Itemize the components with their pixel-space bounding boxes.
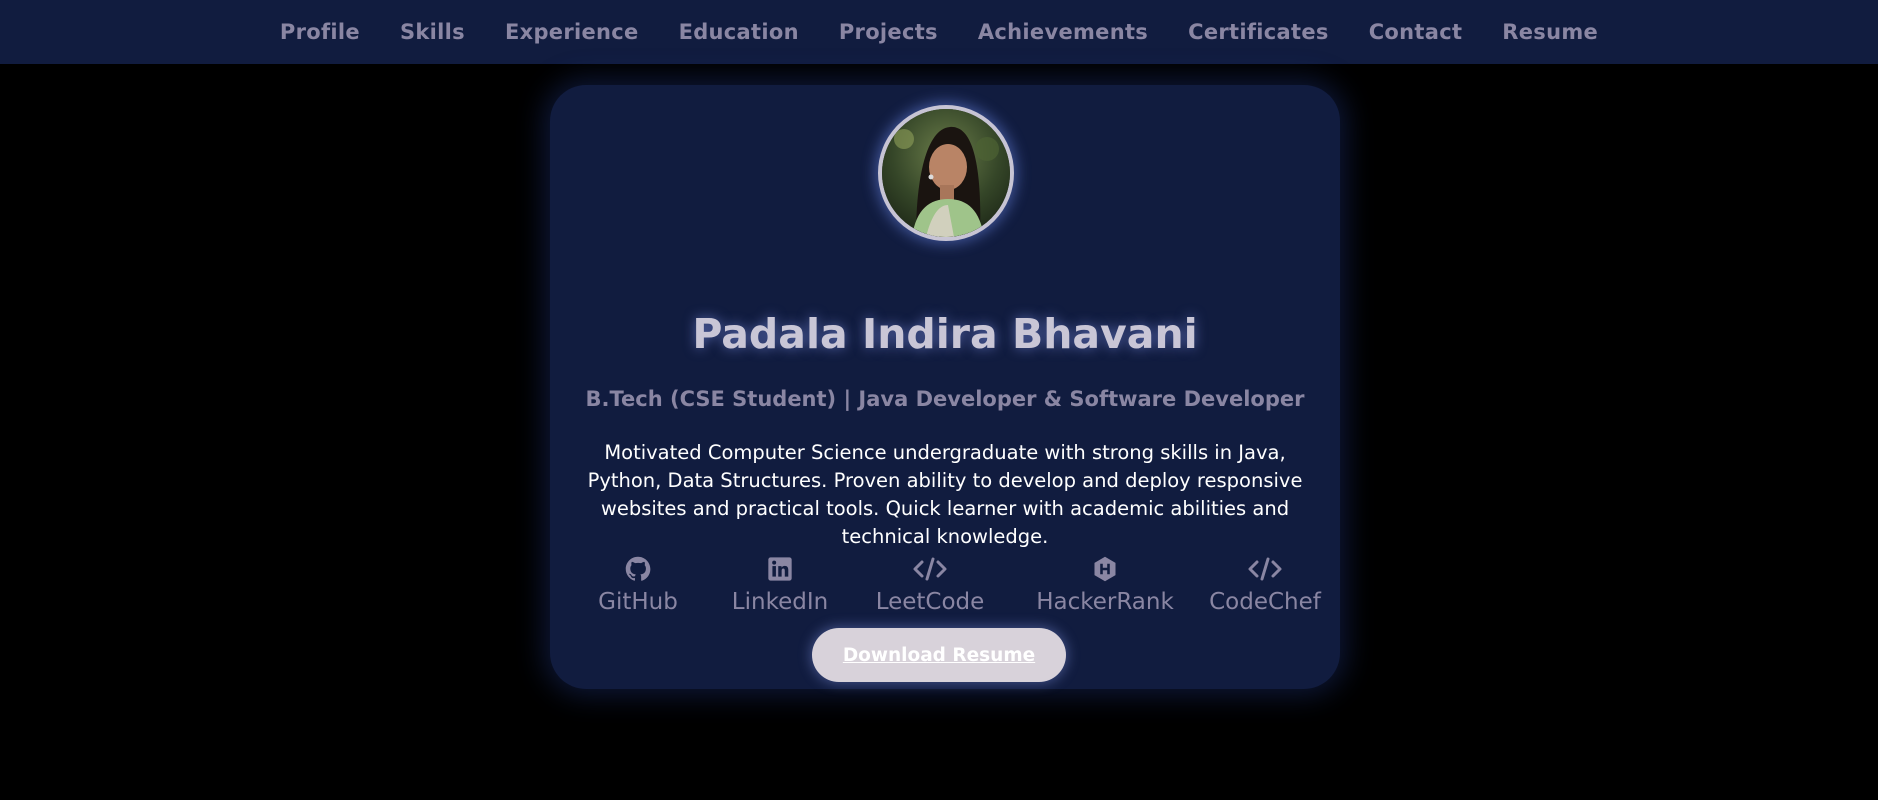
social-label-github: GitHub	[598, 589, 678, 615]
avatar	[878, 105, 1014, 241]
nav-experience[interactable]: Experience	[485, 20, 659, 44]
social-label-codechef: CodeChef	[1209, 589, 1321, 615]
github-icon	[625, 556, 651, 581]
nav-profile[interactable]: Profile	[260, 20, 380, 44]
social-label-leetcode: LeetCode	[875, 589, 985, 615]
social-label-hackerrank: HackerRank	[1036, 589, 1174, 615]
nav-certificates[interactable]: Certificates	[1168, 20, 1349, 44]
profile-subtitle: B.Tech (CSE Student) | Java Developer & …	[585, 387, 1305, 411]
profile-name: Padala Indira Bhavani	[692, 310, 1198, 358]
social-github[interactable]: GitHub	[576, 555, 700, 615]
top-navbar: Profile Skills Experience Education Proj…	[0, 0, 1878, 64]
profile-summary: Motivated Computer Science undergraduate…	[587, 441, 1303, 548]
social-leetcode[interactable]: LeetCode	[850, 555, 1010, 615]
social-label-linkedin: LinkedIn	[731, 589, 829, 615]
nav-achievements[interactable]: Achievements	[958, 20, 1168, 44]
social-codechef[interactable]: CodeChef	[1185, 555, 1345, 615]
download-resume-label: Download Resume	[842, 644, 1036, 666]
linkedin-icon	[768, 557, 792, 581]
profile-card: Padala Indira Bhavani B.Tech (CSE Studen…	[550, 85, 1340, 689]
download-resume-button[interactable]: Download Resume	[812, 628, 1066, 682]
nav-skills[interactable]: Skills	[380, 20, 485, 44]
nav-projects[interactable]: Projects	[819, 20, 958, 44]
nav-resume[interactable]: Resume	[1482, 20, 1618, 44]
code-icon	[1248, 557, 1282, 581]
nav-contact[interactable]: Contact	[1349, 20, 1483, 44]
hackerrank-icon	[1094, 556, 1116, 582]
code-icon	[913, 557, 947, 581]
social-linkedin[interactable]: LinkedIn	[705, 555, 855, 615]
nav-education[interactable]: Education	[659, 20, 819, 44]
profile-photo-icon	[882, 109, 1010, 237]
social-hackerrank[interactable]: HackerRank	[1010, 555, 1200, 615]
